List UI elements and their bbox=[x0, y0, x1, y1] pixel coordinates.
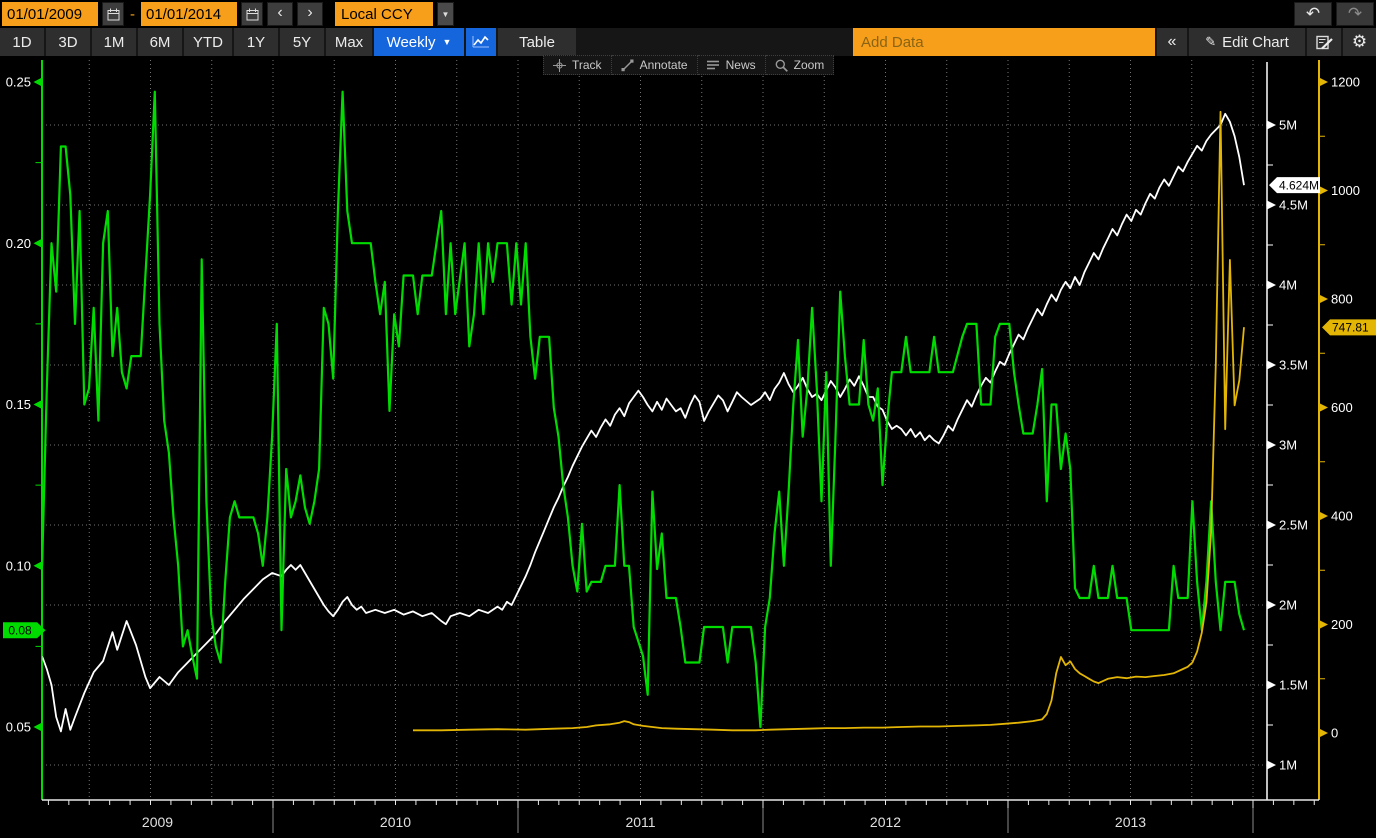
svg-text:4.5M: 4.5M bbox=[1279, 198, 1308, 213]
range-button-ytd[interactable]: YTD bbox=[184, 28, 232, 56]
chart-type-button[interactable] bbox=[466, 28, 496, 56]
bloomberg-chart-app: 01/01/2009 - 01/01/2014 ‹ › Local CCY ▼ … bbox=[0, 0, 1376, 838]
gear-icon: ⚙ bbox=[1352, 32, 1367, 52]
zoom-button[interactable]: Zoom bbox=[766, 55, 835, 75]
news-button[interactable]: News bbox=[698, 55, 766, 75]
svg-text:200: 200 bbox=[1331, 617, 1353, 632]
svg-text:800: 800 bbox=[1331, 292, 1353, 307]
prev-range-button[interactable]: ‹ bbox=[267, 2, 293, 26]
note-pencil-icon bbox=[1316, 35, 1333, 50]
start-date-input[interactable]: 01/01/2009 bbox=[2, 2, 98, 26]
svg-text:4.624M: 4.624M bbox=[1279, 178, 1319, 192]
svg-text:2013: 2013 bbox=[1115, 814, 1146, 830]
range-button-6m[interactable]: 6M bbox=[138, 28, 182, 56]
calendar-icon bbox=[107, 8, 120, 21]
table-button[interactable]: Table bbox=[498, 28, 576, 56]
green-series-line bbox=[42, 92, 1244, 727]
svg-text:4M: 4M bbox=[1279, 278, 1297, 293]
next-range-button[interactable]: › bbox=[297, 2, 323, 26]
pencil-icon: ✎ bbox=[1205, 34, 1216, 50]
right_inner-value-badge: 4.624M bbox=[1269, 177, 1320, 193]
period-label: Weekly bbox=[387, 34, 436, 51]
crosshair-icon bbox=[553, 59, 566, 72]
svg-text:747.81: 747.81 bbox=[1332, 321, 1369, 335]
annotate-button[interactable]: Annotate bbox=[612, 55, 698, 75]
svg-text:2.5M: 2.5M bbox=[1279, 518, 1308, 533]
gold-series-line bbox=[413, 112, 1244, 731]
svg-text:0.10: 0.10 bbox=[6, 558, 31, 573]
annotate-line-icon bbox=[621, 59, 634, 72]
range-button-5y[interactable]: 5Y bbox=[280, 28, 324, 56]
news-list-icon bbox=[707, 60, 720, 71]
svg-text:2009: 2009 bbox=[142, 814, 173, 830]
news-label: News bbox=[726, 58, 756, 72]
gridlines bbox=[42, 60, 1267, 800]
svg-text:1M: 1M bbox=[1279, 758, 1297, 773]
svg-text:2010: 2010 bbox=[380, 814, 411, 830]
edit-chart-label: Edit Chart bbox=[1222, 34, 1289, 51]
svg-text:2M: 2M bbox=[1279, 598, 1297, 613]
chevron-down-icon: ▼ bbox=[442, 37, 451, 47]
right_outer-value-badge: 747.81 bbox=[1322, 319, 1376, 335]
date-separator: - bbox=[130, 6, 135, 23]
svg-text:1.5M: 1.5M bbox=[1279, 678, 1308, 693]
svg-text:0.25: 0.25 bbox=[6, 75, 31, 90]
add-data-input[interactable] bbox=[853, 28, 1155, 56]
chart-annotation-settings-button[interactable] bbox=[1307, 28, 1341, 56]
range-button-max[interactable]: Max bbox=[326, 28, 372, 56]
svg-text:400: 400 bbox=[1331, 509, 1353, 524]
period-dropdown[interactable]: Weekly ▼ bbox=[374, 28, 464, 56]
svg-text:0.20: 0.20 bbox=[6, 236, 31, 251]
undo-button[interactable]: ↶ bbox=[1294, 2, 1332, 26]
svg-text:0.15: 0.15 bbox=[6, 397, 31, 412]
svg-text:1200: 1200 bbox=[1331, 75, 1360, 90]
right_inner-axis-labels: 1M 1.5M 2M 2.5M 3M 3.5M 4M 4.5M 5M bbox=[1267, 118, 1308, 773]
currency-select[interactable]: Local CCY bbox=[335, 2, 433, 26]
start-date-calendar-button[interactable] bbox=[102, 2, 124, 26]
svg-text:1000: 1000 bbox=[1331, 183, 1360, 198]
svg-text:3.5M: 3.5M bbox=[1279, 358, 1308, 373]
end-date-calendar-button[interactable] bbox=[241, 2, 263, 26]
series-group bbox=[42, 92, 1244, 732]
currency-dropdown-arrow[interactable]: ▼ bbox=[437, 2, 454, 26]
main-toolbar: 1D 3D 1M 6M YTD 1Y 5Y Max Weekly ▼ Table… bbox=[0, 28, 1376, 56]
x-axis-year-labels: 2009 2010 2011 2012 2013 bbox=[142, 808, 1253, 833]
zoom-label: Zoom bbox=[794, 58, 825, 72]
range-button-1d[interactable]: 1D bbox=[0, 28, 44, 56]
range-button-1m[interactable]: 1M bbox=[92, 28, 136, 56]
redo-button[interactable]: ↷ bbox=[1336, 2, 1374, 26]
date-toolbar: 01/01/2009 - 01/01/2014 ‹ › Local CCY ▼ … bbox=[0, 0, 1376, 28]
settings-button[interactable]: ⚙ bbox=[1343, 28, 1376, 56]
svg-text:2012: 2012 bbox=[870, 814, 901, 830]
track-label: Track bbox=[572, 58, 602, 72]
end-date-input[interactable]: 01/01/2014 bbox=[141, 2, 237, 26]
magnifier-icon bbox=[775, 59, 788, 72]
range-button-1y[interactable]: 1Y bbox=[234, 28, 278, 56]
price-chart[interactable]: 2009 2010 2011 2012 2013 0.05 0.10 0.15 0.20 0.25… bbox=[0, 56, 1376, 838]
chart-area: 2009 2010 2011 2012 2013 0.05 0.10 0.15 0.20 0.25… bbox=[0, 56, 1376, 838]
svg-text:0.08: 0.08 bbox=[8, 624, 32, 638]
collapse-panel-button[interactable]: « bbox=[1157, 28, 1187, 56]
svg-text:2011: 2011 bbox=[625, 814, 655, 830]
right_outer-axis-labels: 0 200 400 600 800 1000 1200 bbox=[1319, 75, 1360, 741]
toolbar-spacer bbox=[578, 28, 851, 56]
svg-text:5M: 5M bbox=[1279, 118, 1297, 133]
track-button[interactable]: Track bbox=[543, 55, 612, 75]
calendar-icon bbox=[246, 8, 259, 21]
svg-text:3M: 3M bbox=[1279, 438, 1297, 453]
annotate-label: Annotate bbox=[640, 58, 688, 72]
edit-chart-button[interactable]: ✎ Edit Chart bbox=[1189, 28, 1305, 56]
chart-tools: Track Annotate News Zoom bbox=[543, 55, 834, 75]
svg-text:600: 600 bbox=[1331, 400, 1353, 415]
svg-text:0.05: 0.05 bbox=[6, 720, 31, 735]
svg-text:0: 0 bbox=[1331, 726, 1338, 741]
line-chart-icon bbox=[472, 35, 490, 49]
x-axis-ticks bbox=[48, 800, 1314, 808]
left-value-badge: 0.08 bbox=[3, 622, 46, 638]
range-button-3d[interactable]: 3D bbox=[46, 28, 90, 56]
